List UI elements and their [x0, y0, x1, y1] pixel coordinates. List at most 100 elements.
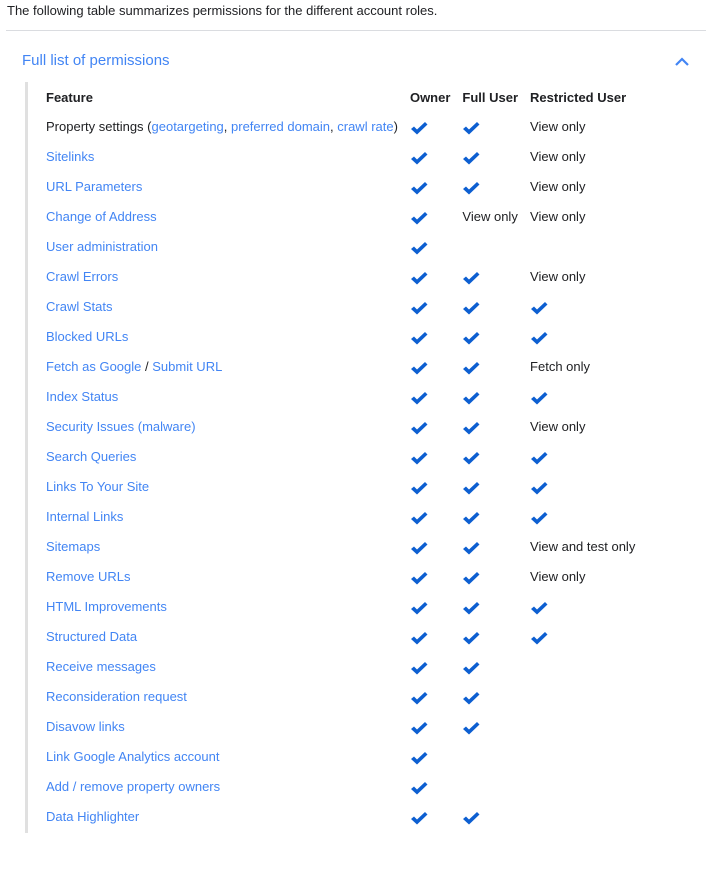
checkmark-icon — [531, 391, 548, 405]
restricted-user-cell: Fetch only — [524, 352, 641, 382]
owner-cell — [404, 112, 456, 142]
feature-link[interactable]: Disavow links — [46, 719, 125, 734]
checkmark-icon — [410, 181, 428, 195]
feature-link[interactable]: Index Status — [46, 389, 118, 404]
feature-link[interactable]: Data Highlighter — [46, 809, 139, 824]
feature-link[interactable]: Sitelinks — [46, 149, 94, 164]
feature-text: , — [223, 119, 232, 134]
feature-link[interactable]: User administration — [46, 239, 158, 254]
intro-text: The following table summarizes permissio… — [7, 3, 438, 18]
checkmark-icon — [410, 811, 428, 825]
checkmark-icon — [463, 541, 480, 555]
checkmark-icon — [410, 151, 428, 165]
checkmark-icon — [531, 631, 548, 645]
chevron-up-icon[interactable] — [674, 56, 690, 68]
feature-link[interactable]: Reconsideration request — [46, 689, 187, 704]
owner-cell — [404, 742, 456, 772]
permission-text: View only — [530, 209, 586, 224]
feature-link[interactable]: Fetch as Google — [46, 359, 141, 374]
checkmark-icon — [410, 631, 428, 645]
feature-cell: Disavow links — [40, 712, 404, 742]
feature-cell: Sitelinks — [40, 142, 404, 172]
restricted-user-cell — [524, 802, 641, 832]
feature-link[interactable]: Blocked URLs — [46, 329, 128, 344]
checkmark-icon — [410, 421, 428, 435]
permission-text: View only — [462, 209, 518, 224]
feature-link[interactable]: geotargeting — [152, 119, 224, 134]
checkmark-icon — [463, 571, 480, 585]
feature-link[interactable]: Structured Data — [46, 629, 137, 644]
checkmark-icon — [410, 271, 428, 285]
feature-link[interactable]: Remove URLs — [46, 569, 131, 584]
checkmark-icon — [531, 331, 548, 345]
permission-text: View only — [530, 569, 586, 584]
full-user-cell — [456, 412, 524, 442]
checkmark-icon — [410, 481, 428, 495]
checkmark-icon — [463, 481, 480, 495]
table-row: Receive messages — [40, 652, 641, 682]
table-row: Change of Address View only View only — [40, 202, 641, 232]
feature-link[interactable]: Sitemaps — [46, 539, 100, 554]
restricted-user-cell — [524, 502, 641, 532]
feature-link[interactable]: Link Google Analytics account — [46, 749, 219, 764]
header-feature: Feature — [46, 90, 93, 105]
restricted-user-cell — [524, 322, 641, 352]
feature-cell: Structured Data — [40, 622, 404, 652]
feature-link[interactable]: Links To Your Site — [46, 479, 149, 494]
full-user-cell — [456, 772, 524, 802]
feature-text: / — [141, 359, 153, 374]
owner-cell — [404, 202, 456, 232]
restricted-user-cell: View only — [524, 562, 641, 592]
checkmark-icon — [410, 211, 428, 225]
feature-text: Property settings ( — [46, 119, 152, 134]
feature-link[interactable]: Search Queries — [46, 449, 136, 464]
feature-cell: Add / remove property owners — [40, 772, 404, 802]
full-user-cell — [456, 532, 524, 562]
owner-cell — [404, 622, 456, 652]
owner-cell — [404, 712, 456, 742]
feature-link[interactable]: crawl rate — [337, 119, 393, 134]
restricted-user-cell — [524, 742, 641, 772]
feature-link[interactable]: Receive messages — [46, 659, 156, 674]
feature-link[interactable]: Add / remove property owners — [46, 779, 220, 794]
restricted-user-cell — [524, 382, 641, 412]
checkmark-icon — [410, 301, 428, 315]
checkmark-icon — [410, 691, 428, 705]
feature-link[interactable]: Crawl Stats — [46, 299, 112, 314]
feature-link[interactable]: Internal Links — [46, 509, 123, 524]
full-user-cell — [456, 382, 524, 412]
permissions-expander-toggle[interactable]: Full list of permissions — [22, 51, 170, 71]
checkmark-icon — [463, 721, 480, 735]
checkmark-icon — [410, 451, 428, 465]
feature-link[interactable]: Change of Address — [46, 209, 157, 224]
owner-cell — [404, 472, 456, 502]
full-user-cell — [456, 622, 524, 652]
restricted-user-cell — [524, 652, 641, 682]
checkmark-icon — [463, 601, 480, 615]
full-user-cell — [456, 292, 524, 322]
feature-link[interactable]: Crawl Errors — [46, 269, 118, 284]
restricted-user-cell — [524, 592, 641, 622]
feature-cell: Index Status — [40, 382, 404, 412]
table-row: Index Status — [40, 382, 641, 412]
divider — [6, 30, 706, 31]
checkmark-icon — [463, 661, 480, 675]
owner-cell — [404, 232, 456, 262]
full-user-cell — [456, 712, 524, 742]
owner-cell — [404, 322, 456, 352]
restricted-user-cell — [524, 292, 641, 322]
feature-link[interactable]: Security Issues (malware) — [46, 419, 196, 434]
feature-link[interactable]: Submit URL — [152, 359, 222, 374]
owner-cell — [404, 172, 456, 202]
feature-cell: Change of Address — [40, 202, 404, 232]
owner-cell — [404, 442, 456, 472]
full-user-cell — [456, 352, 524, 382]
checkmark-icon — [463, 511, 480, 525]
checkmark-icon — [410, 121, 428, 135]
feature-link[interactable]: URL Parameters — [46, 179, 142, 194]
table-row: Sitelinks View only — [40, 142, 641, 172]
feature-link[interactable]: HTML Improvements — [46, 599, 167, 614]
owner-cell — [404, 382, 456, 412]
feature-link[interactable]: preferred domain — [231, 119, 330, 134]
feature-cell: User administration — [40, 232, 404, 262]
